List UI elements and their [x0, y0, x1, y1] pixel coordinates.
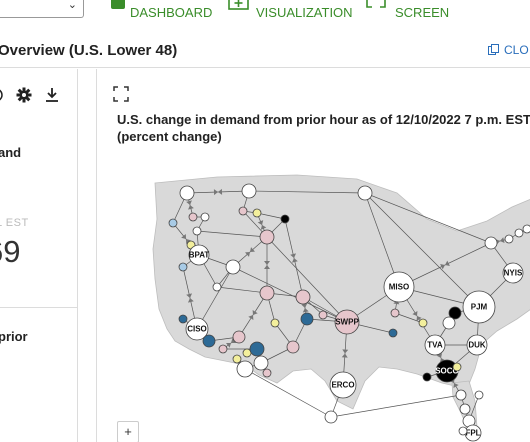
- visualization-button[interactable]: VISUALIZATION: [226, 0, 356, 22]
- node-label: TVA: [427, 341, 443, 350]
- dashboard-icon: [111, 0, 125, 9]
- balancing-authority-node[interactable]: [474, 390, 484, 400]
- title-bar: Overview (U.S. Lower 48) CLO: [0, 34, 530, 68]
- balancing-authority-node[interactable]: [252, 208, 262, 218]
- balancing-authority-node[interactable]: [259, 229, 275, 245]
- fullscreen-icon: [366, 0, 386, 8]
- node-label: FPL: [465, 429, 480, 438]
- balancing-authority-node[interactable]: [178, 314, 188, 324]
- balancing-authority-node[interactable]: [212, 282, 222, 292]
- page-title: Overview (U.S. Lower 48): [0, 42, 178, 59]
- balancing-authority-node[interactable]: [253, 355, 269, 371]
- node-label: BPAT: [189, 251, 210, 260]
- metric-value: 69: [0, 234, 21, 269]
- chart-subtitle: (percent change): [117, 129, 222, 144]
- node-label: ERCO: [331, 381, 354, 390]
- screen-label: SCREEN: [395, 5, 450, 20]
- node-label: DUK: [468, 341, 486, 350]
- balancing-authority-node[interactable]: [200, 212, 210, 222]
- node-label: SWPP: [335, 318, 359, 327]
- left-panel: and L EST 69 prior: [0, 69, 78, 442]
- balancing-authority-node[interactable]: [179, 185, 195, 201]
- network-map[interactable]: BPAT CISO SWPP MISO ERCO PJM TVA DUK SOCO NYIS FPL: [97, 169, 530, 442]
- balancing-authority-node[interactable]: [270, 318, 280, 328]
- balancing-authority-node[interactable]: [442, 316, 456, 330]
- balancing-authority-node[interactable]: [280, 214, 290, 224]
- main-panel: U.S. change in demand from prior hour as…: [96, 69, 530, 442]
- panel-subheading-fragment: prior: [0, 329, 28, 344]
- balancing-authority-node[interactable]: [318, 310, 328, 320]
- balancing-authority-node[interactable]: [178, 262, 188, 272]
- balancing-authority-node[interactable]: [484, 236, 498, 250]
- balancing-authority-node[interactable]: [225, 259, 241, 275]
- balancing-authority-node[interactable]: [236, 360, 254, 378]
- expand-icon[interactable]: [113, 86, 129, 102]
- download-icon[interactable]: [44, 87, 60, 103]
- panel-heading-fragment: and: [0, 145, 22, 160]
- node-label: PJM: [471, 303, 488, 312]
- balancing-authority-node[interactable]: [295, 289, 311, 305]
- node-label: MISO: [389, 283, 409, 292]
- chart-title: U.S. change in demand from prior hour as…: [117, 112, 530, 127]
- balancing-authority-node[interactable]: [452, 362, 462, 372]
- zoom-in-button[interactable]: +: [117, 421, 139, 442]
- node-label: NYIS: [504, 269, 523, 278]
- panel-divider: [0, 307, 78, 308]
- balancing-authority-node[interactable]: [459, 403, 471, 415]
- balancing-authority-node[interactable]: [514, 228, 524, 238]
- add-visualization-icon: [228, 0, 249, 10]
- dashboard-label: DASHBOARD: [130, 5, 213, 20]
- balancing-authority-node[interactable]: [522, 224, 530, 234]
- balancing-authority-node[interactable]: [168, 218, 178, 228]
- node-label: CISO: [187, 325, 207, 334]
- timezone-label: L EST: [0, 217, 29, 229]
- top-toolbar: ⌄ DASHBOARD VISUALIZATION SCREEN: [0, 0, 530, 24]
- balancing-authority-node[interactable]: [300, 312, 314, 326]
- info-icon[interactable]: [0, 87, 6, 103]
- balancing-authority-node[interactable]: [232, 354, 242, 364]
- app-root: ⌄ DASHBOARD VISUALIZATION SCREEN Overvie…: [0, 0, 530, 442]
- balancing-authority-node[interactable]: [188, 212, 198, 222]
- balancing-authority-node[interactable]: [192, 226, 202, 236]
- dashboard-button[interactable]: DASHBOARD: [106, 0, 216, 22]
- region-select[interactable]: ⌄: [0, 0, 84, 18]
- balancing-authority-node[interactable]: [262, 368, 272, 378]
- balancing-authority-node[interactable]: [504, 234, 514, 244]
- balancing-authority-node[interactable]: [232, 330, 246, 344]
- visualization-label: VISUALIZATION: [256, 5, 353, 20]
- gear-icon[interactable]: [16, 87, 32, 103]
- balancing-authority-node[interactable]: [218, 344, 228, 354]
- interconnection-line: [244, 368, 332, 418]
- close-link-label: CLO: [504, 43, 529, 57]
- balancing-authority-node[interactable]: [390, 308, 400, 318]
- us-grid-map[interactable]: BPATCISOSWPPMISOERCOPJMTVA DUKSOCONYISFPL: [97, 169, 530, 442]
- copy-icon: [488, 44, 499, 55]
- balancing-authority-node[interactable]: [357, 185, 373, 201]
- balancing-authority-node[interactable]: [388, 328, 398, 338]
- balancing-authority-node[interactable]: [241, 183, 257, 199]
- balancing-authority-node[interactable]: [259, 285, 275, 301]
- balancing-authority-node[interactable]: [455, 389, 467, 401]
- balancing-authority-node[interactable]: [458, 426, 468, 436]
- balancing-authority-node[interactable]: [249, 341, 265, 357]
- chevron-down-icon: ⌄: [67, 0, 77, 11]
- balancing-authority-node[interactable]: [418, 318, 428, 328]
- balancing-authority-node[interactable]: [422, 372, 432, 382]
- left-panel-toolbar: [0, 85, 70, 105]
- screen-button[interactable]: SCREEN: [364, 0, 454, 22]
- balancing-authority-node[interactable]: [202, 334, 216, 348]
- balancing-authority-node[interactable]: [238, 206, 248, 216]
- balancing-authority-node[interactable]: [324, 410, 338, 424]
- balancing-authority-node[interactable]: [286, 340, 300, 354]
